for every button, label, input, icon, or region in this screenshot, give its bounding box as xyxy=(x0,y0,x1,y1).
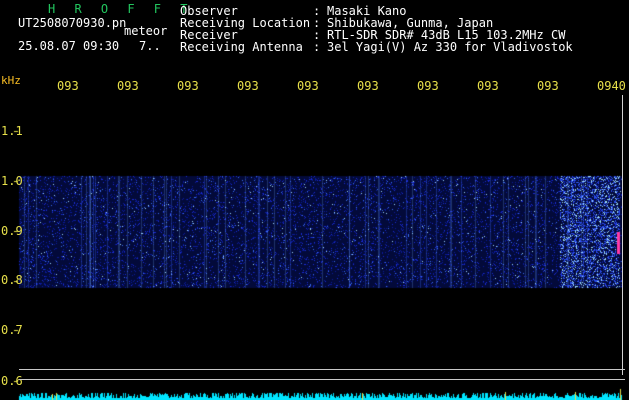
info-colon: : xyxy=(313,40,321,54)
filename-label: UT2508070930.pn xyxy=(18,16,127,30)
time-tick: 093 xyxy=(297,79,319,93)
time-tick: 093 xyxy=(417,79,439,93)
frequency-unit-label: kHz xyxy=(1,74,21,87)
time-tick: 093 xyxy=(477,79,499,93)
datetime-label: 25.08.07 09:30 xyxy=(18,39,120,53)
time-tick: 093 xyxy=(237,79,259,93)
baseline-lower-line xyxy=(19,379,625,380)
frequency-tick: 0.8 xyxy=(1,273,23,287)
app-title: H R O F F T xyxy=(48,2,194,16)
time-tick: 0940 xyxy=(597,79,626,93)
time-tick: 093 xyxy=(537,79,559,93)
meteor-count: 7.. xyxy=(139,39,161,53)
time-tick: 093 xyxy=(57,79,79,93)
frequency-tick: 0.6 xyxy=(1,374,23,388)
hrofft-window: H R O F F T UT2508070930.pn meteor 25.08… xyxy=(0,0,629,400)
frequency-tick: 1.0 xyxy=(1,174,23,188)
frequency-tick: 0.9 xyxy=(1,224,23,238)
frequency-tick: 1.1 xyxy=(1,124,23,138)
baseline-upper-line xyxy=(19,369,625,370)
antenna-label: Receiving Antenna xyxy=(180,40,303,54)
time-tick: 093 xyxy=(357,79,379,93)
time-tick: 093 xyxy=(117,79,139,93)
frequency-tick: 0.7 xyxy=(1,323,23,337)
antenna-value: 3el Yagi(V) Az 330 for Vladivostok xyxy=(327,40,573,54)
spectrogram-canvas xyxy=(0,0,629,400)
right-edge-line xyxy=(622,95,623,375)
meteor-label: meteor xyxy=(124,24,168,38)
time-tick: 093 xyxy=(177,79,199,93)
